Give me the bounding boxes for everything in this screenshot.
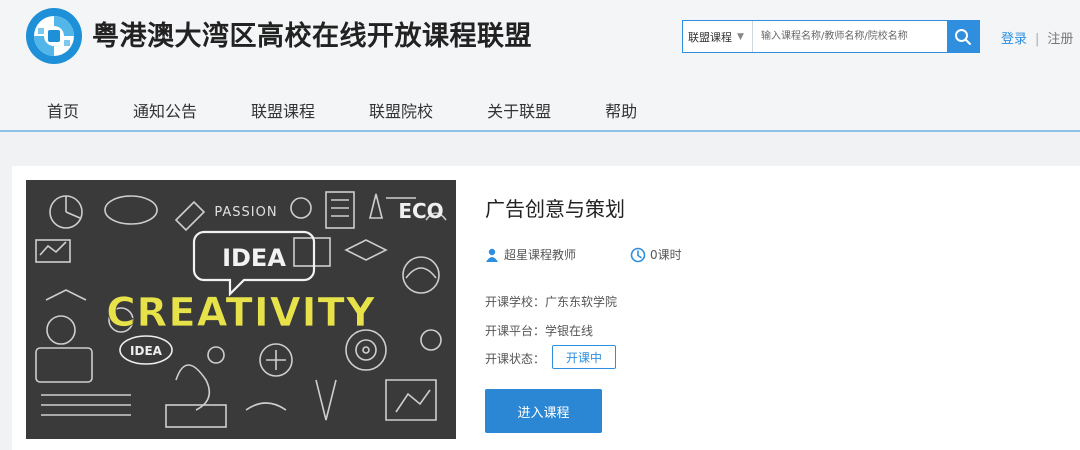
course-cover-image[interactable]: IDEA PASSION ECO CREATIVITY IDEA bbox=[26, 180, 456, 439]
register-link[interactable]: 注册 bbox=[1047, 32, 1073, 47]
cover-idea-text: IDEA bbox=[222, 244, 286, 272]
search-box: 联盟课程 ▼ bbox=[682, 20, 980, 53]
auth-links: 登录 | 注册 bbox=[1001, 28, 1073, 47]
chevron-down-icon: ▼ bbox=[737, 31, 744, 42]
main-nav: 首页 通知公告 联盟课程 联盟院校 关于联盟 帮助 bbox=[47, 98, 637, 122]
cover-passion-text: PASSION bbox=[214, 205, 277, 220]
search-icon bbox=[955, 28, 971, 45]
nav-item-courses[interactable]: 联盟课程 bbox=[251, 98, 315, 122]
platform-value: 学银在线 bbox=[545, 324, 594, 338]
user-icon bbox=[486, 248, 498, 262]
cover-idea-small-text: IDEA bbox=[130, 344, 163, 358]
search-input[interactable] bbox=[753, 21, 947, 52]
nav-item-home[interactable]: 首页 bbox=[47, 98, 79, 122]
course-platform-row: 开课平台：学银在线 bbox=[485, 322, 593, 339]
nav-item-help[interactable]: 帮助 bbox=[605, 98, 637, 122]
platform-label: 开课平台： bbox=[485, 324, 546, 338]
nav-item-notices[interactable]: 通知公告 bbox=[133, 98, 197, 122]
site-title: 粤港澳大湾区高校在线开放课程联盟 bbox=[92, 21, 532, 52]
nav-item-about[interactable]: 关于联盟 bbox=[487, 98, 551, 122]
course-school-row: 开课学校：广东东软学院 bbox=[485, 293, 617, 310]
course-teacher: 超星课程教师 bbox=[485, 246, 576, 263]
status-badge: 开课中 bbox=[552, 345, 616, 369]
status-label: 开课状态： bbox=[485, 352, 546, 366]
course-title[interactable]: 广告创意与策划 bbox=[485, 193, 625, 222]
auth-separator: | bbox=[1035, 32, 1040, 47]
search-category-select[interactable]: 联盟课程 ▼ bbox=[683, 21, 753, 52]
search-button[interactable] bbox=[947, 21, 979, 52]
search-category-label: 联盟课程 bbox=[688, 30, 732, 44]
school-label: 开课学校： bbox=[485, 295, 546, 309]
course-status-row: 开课状态： bbox=[485, 350, 545, 367]
site-header: 粤港澳大湾区高校在线开放课程联盟 联盟课程 ▼ 登录 | 注册 首页 通知公告 联盟… bbox=[0, 0, 1080, 132]
course-hours: 0课时 bbox=[630, 246, 682, 263]
clock-icon bbox=[630, 247, 646, 262]
enter-course-button[interactable]: 进入课程 bbox=[485, 389, 602, 433]
hours-count: 0课时 bbox=[650, 248, 682, 262]
school-value: 广东东软学院 bbox=[545, 295, 618, 309]
teacher-name: 超星课程教师 bbox=[504, 248, 577, 262]
creativity-chalkboard-illustration: IDEA PASSION ECO CREATIVITY IDEA bbox=[26, 180, 456, 439]
login-link[interactable]: 登录 bbox=[1001, 32, 1027, 47]
nav-item-schools[interactable]: 联盟院校 bbox=[369, 98, 433, 122]
cover-eco-text: ECO bbox=[398, 199, 443, 223]
alliance-logo-icon[interactable] bbox=[24, 6, 84, 66]
cover-creativity-text: CREATIVITY bbox=[106, 290, 376, 336]
